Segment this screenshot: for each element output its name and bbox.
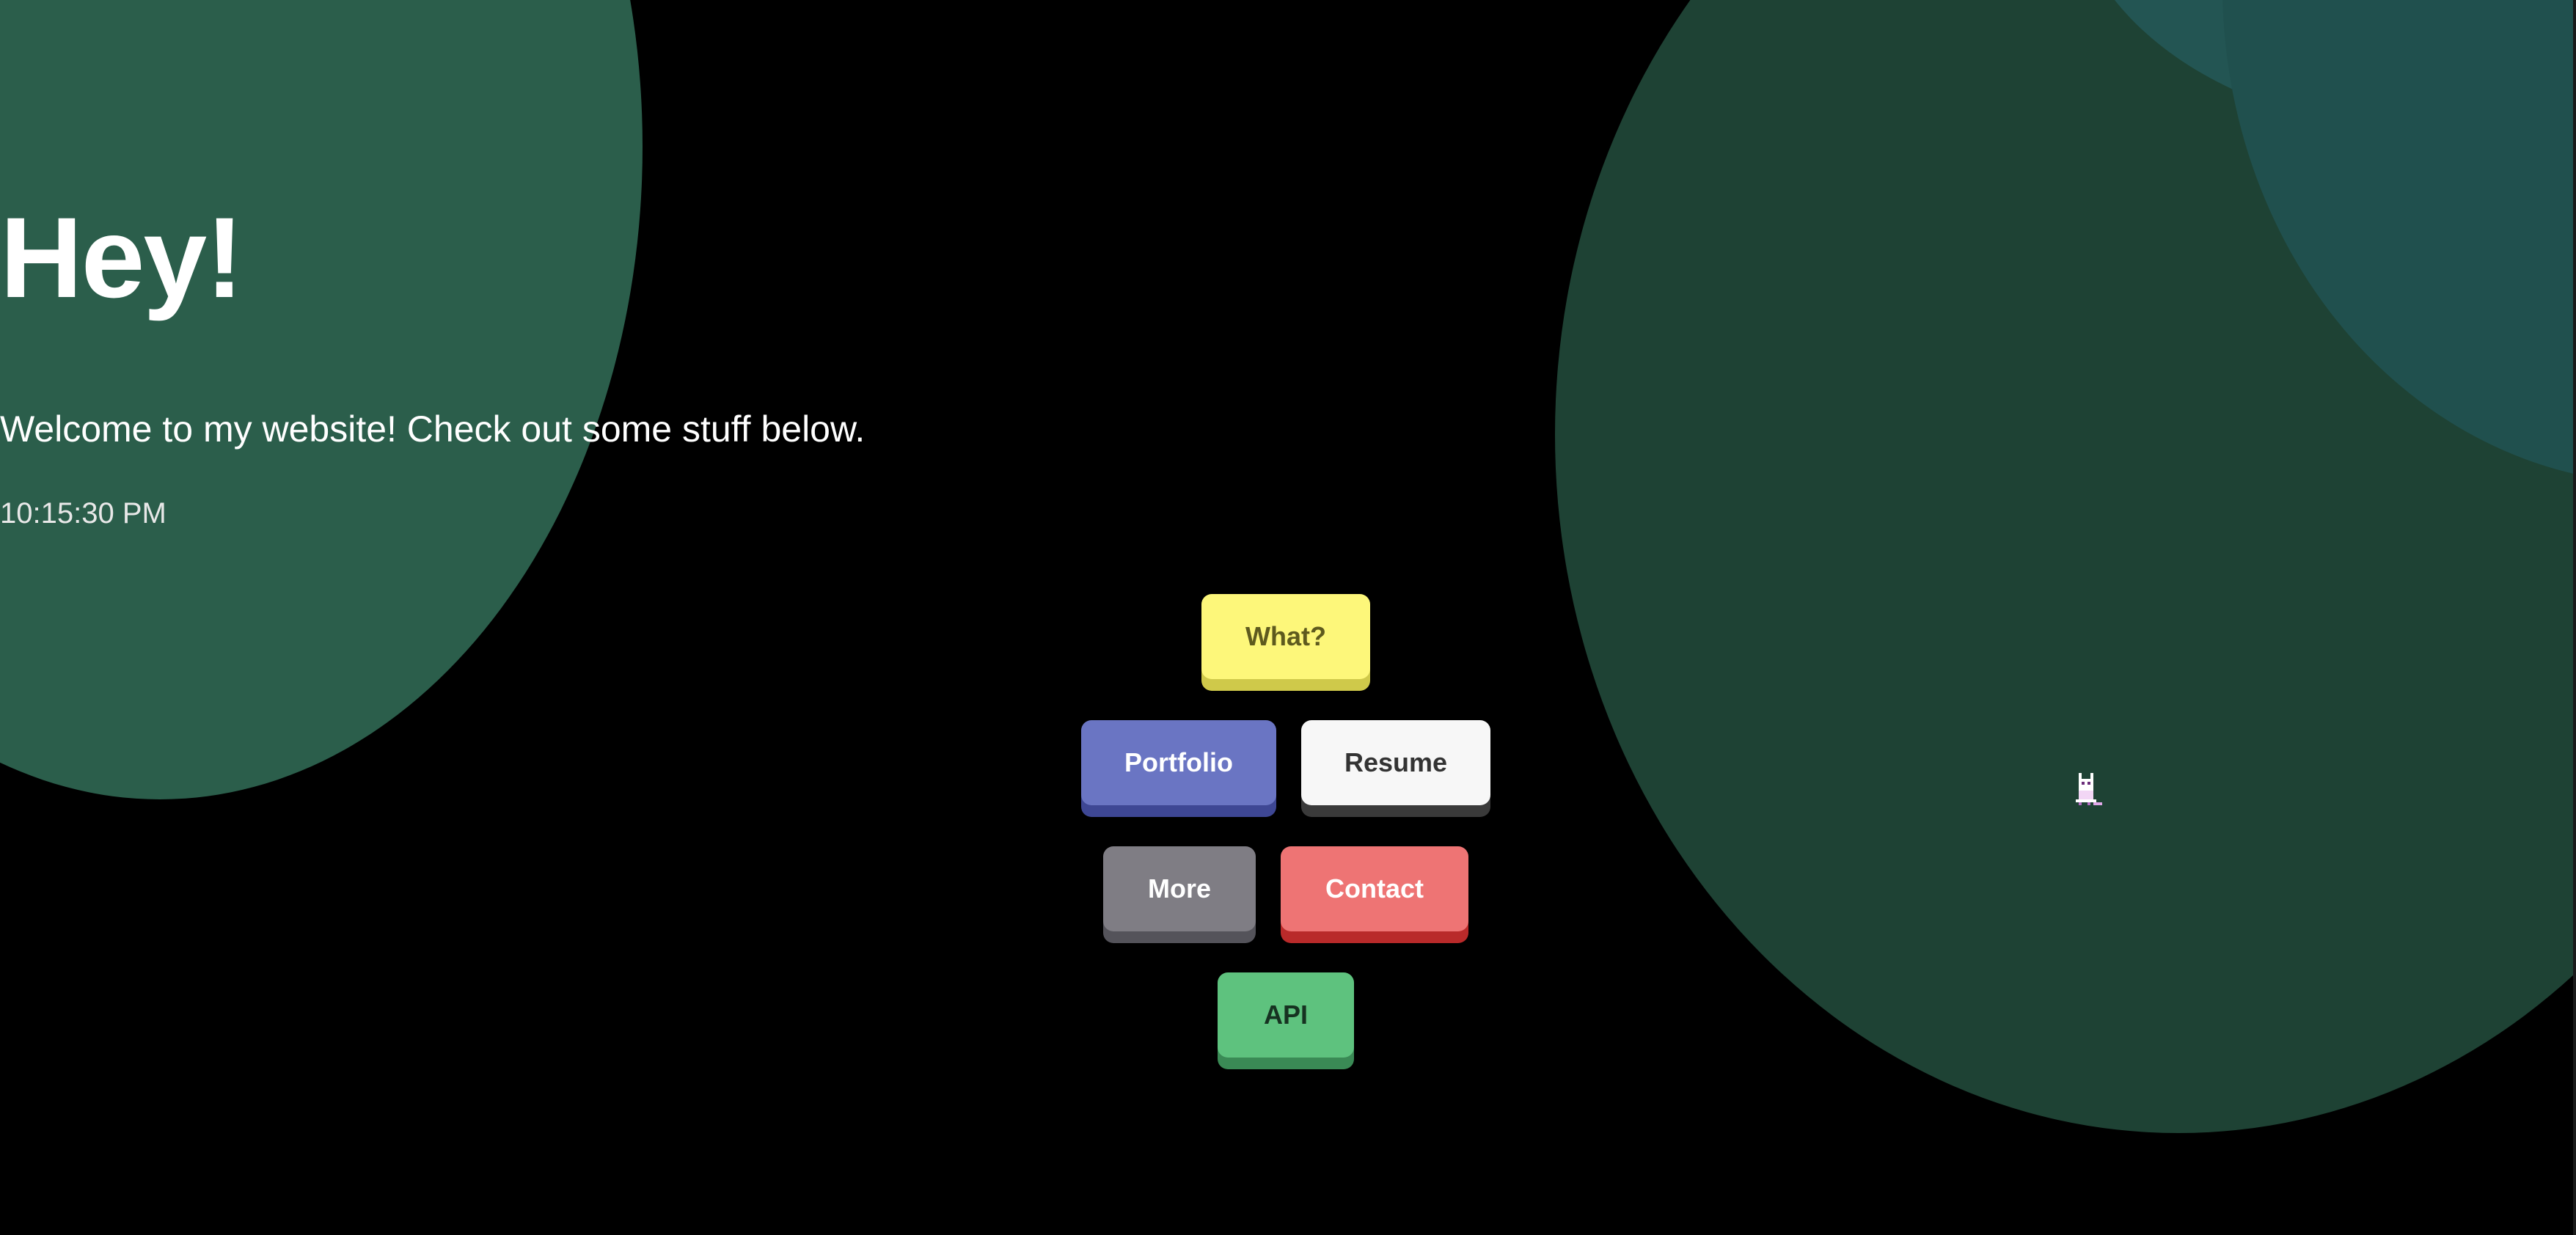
portfolio-button[interactable]: Portfolio (1081, 720, 1276, 805)
welcome-text: Welcome to my website! Check out some st… (0, 408, 866, 450)
page-background: Hey! Welcome to my website! Check out so… (0, 0, 2576, 1235)
more-button[interactable]: More (1103, 846, 1256, 931)
clock-time: 10:15:30 PM (0, 497, 167, 529)
page-title: Hey! (0, 194, 244, 322)
pixel-cat-icon[interactable] (2073, 773, 2105, 808)
what-button[interactable]: What? (1201, 594, 1370, 679)
api-button[interactable]: API (1218, 972, 1354, 1058)
decorative-circle-left (0, 0, 643, 799)
resume-button[interactable]: Resume (1301, 720, 1490, 805)
contact-button[interactable]: Contact (1281, 846, 1468, 931)
scrollbar-edge (2573, 0, 2576, 1235)
